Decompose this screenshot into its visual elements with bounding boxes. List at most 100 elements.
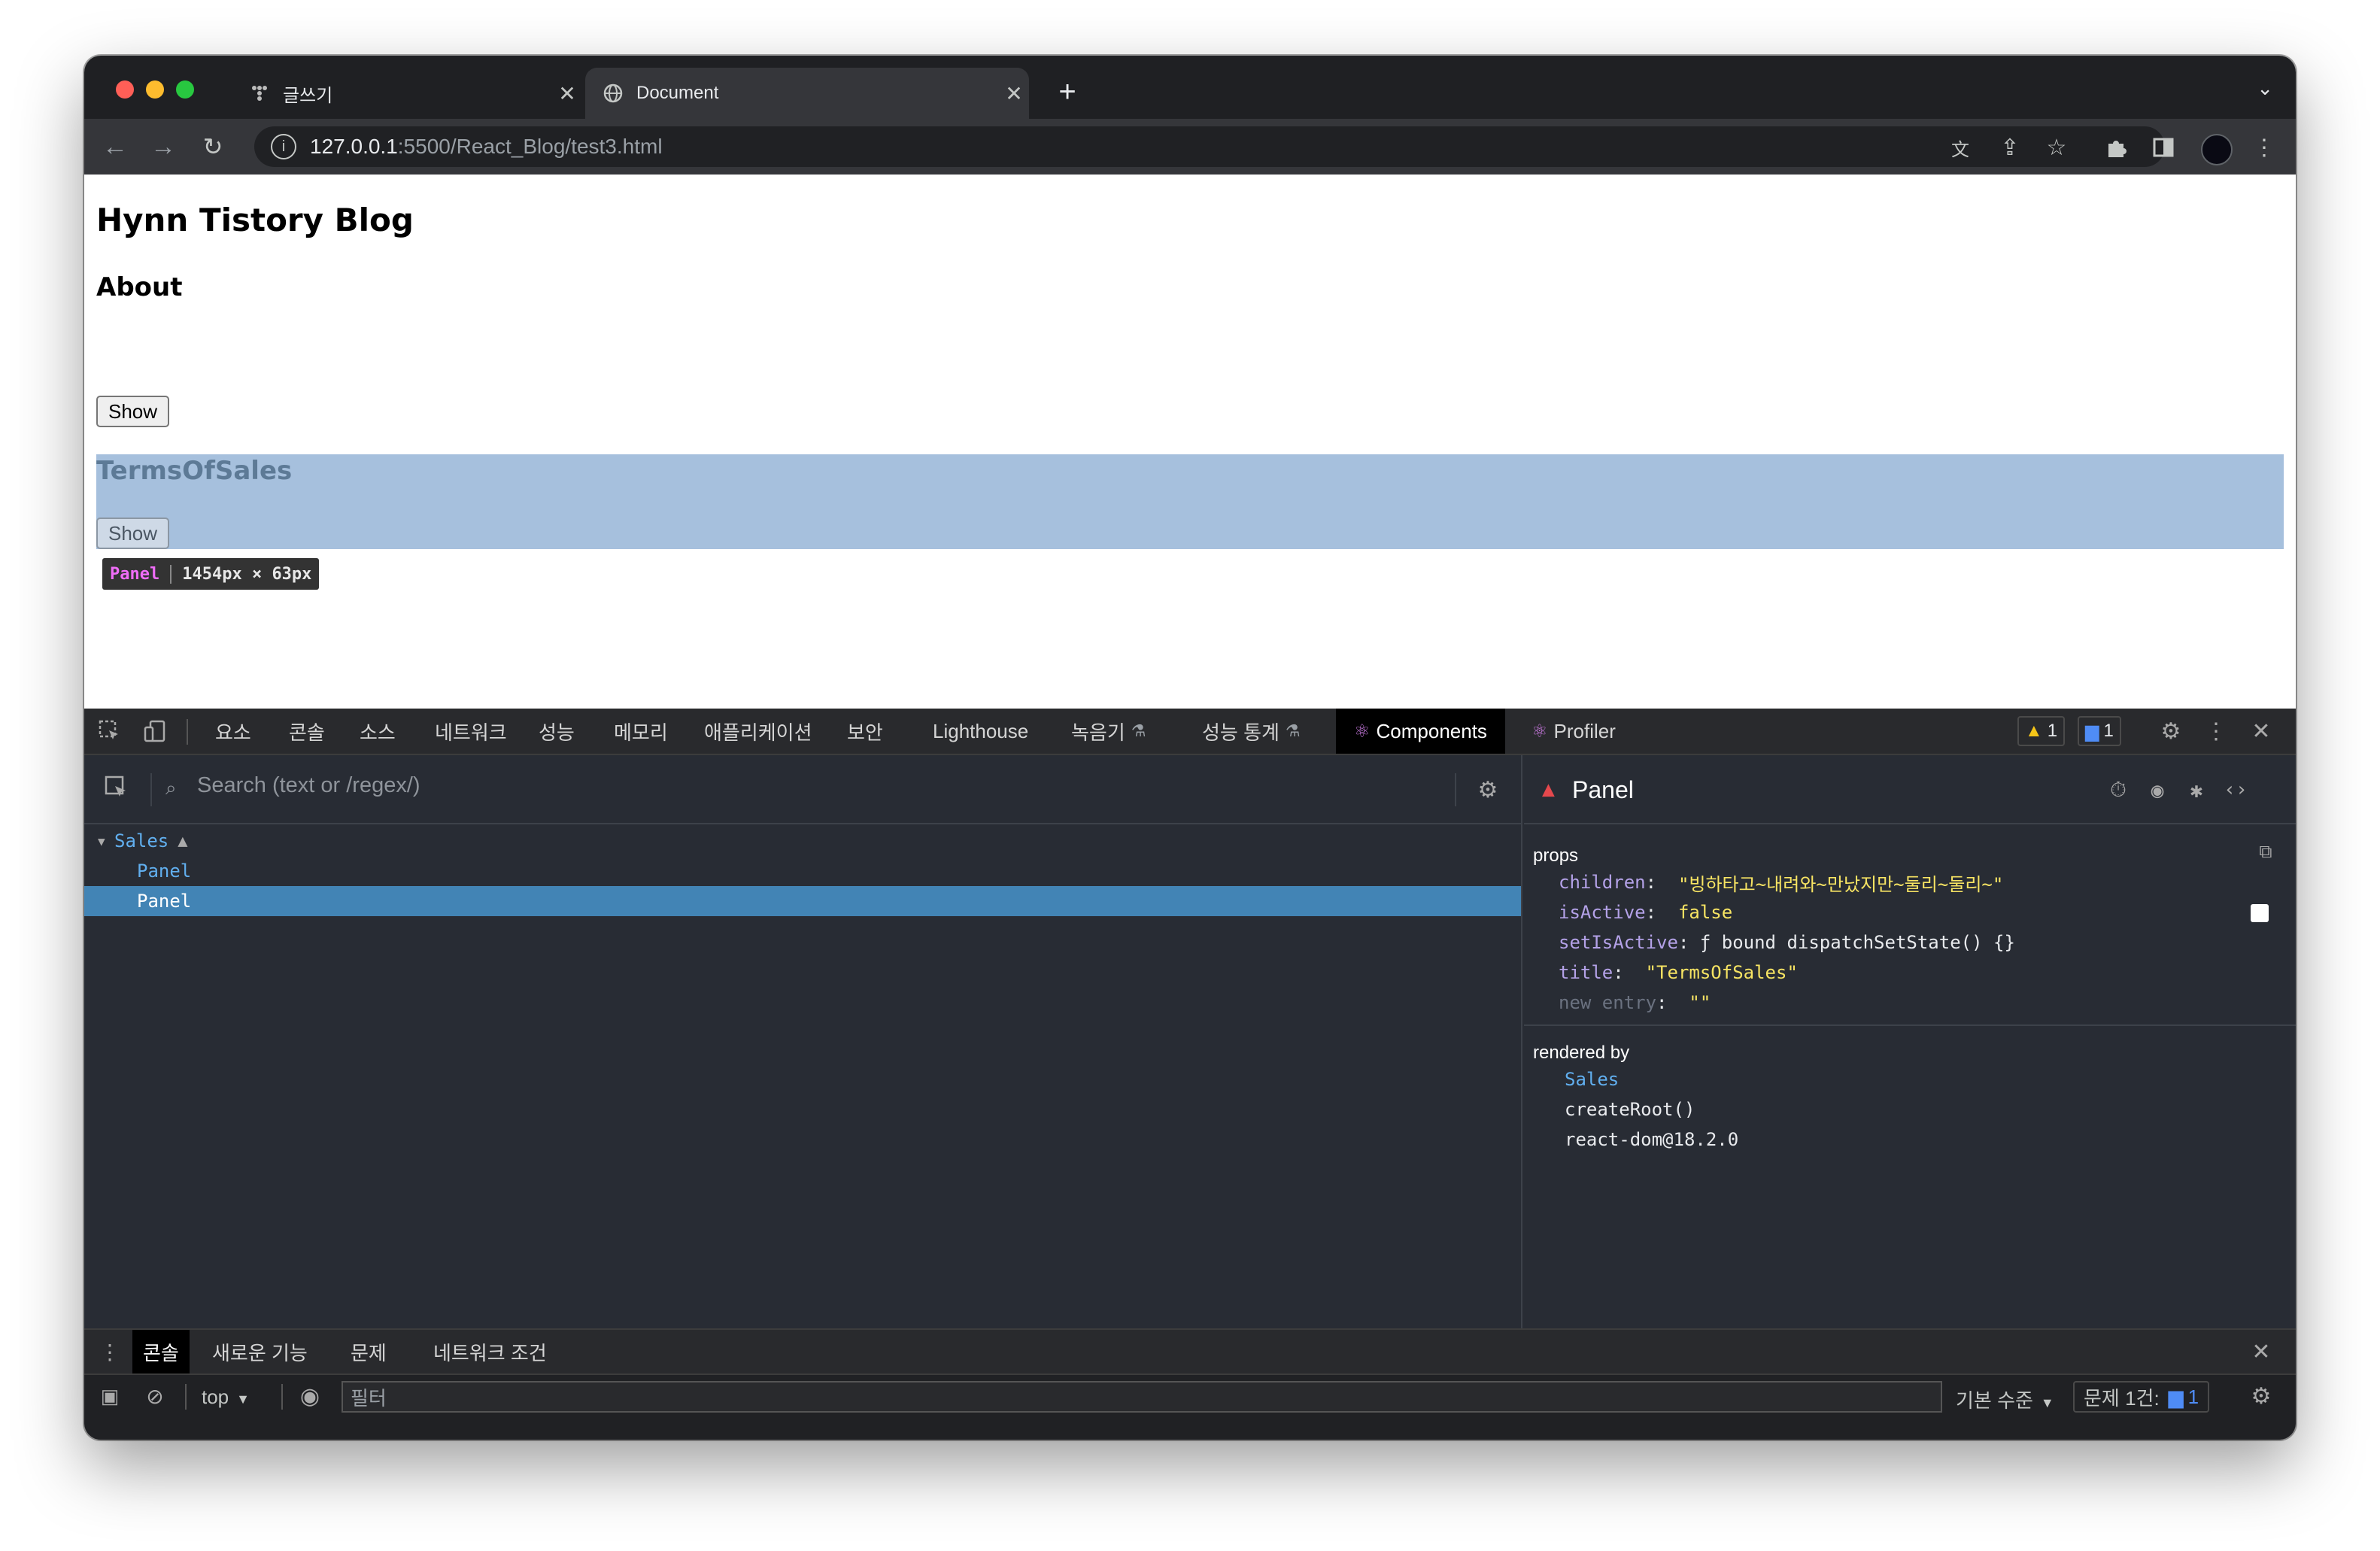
- copy-props-icon[interactable]: ⧉: [2251, 836, 2281, 867]
- share-icon[interactable]: ⇪: [1995, 132, 2025, 162]
- prop-row-children[interactable]: children: "빙하타고~내려와~만났지만~둘리~둘리~": [1559, 868, 2003, 897]
- reload-icon[interactable]: ↻: [194, 128, 232, 165]
- prop-key: isActive: [1559, 902, 1646, 923]
- bookmark-star-icon[interactable]: ☆: [2042, 132, 2072, 162]
- react-logo-icon: ⚛: [1532, 721, 1548, 742]
- log-bug-icon[interactable]: ✱: [2181, 775, 2212, 805]
- tree-row-sales[interactable]: ▼ Sales ▲: [84, 826, 1521, 856]
- tab-document[interactable]: Document ✕: [585, 68, 1029, 119]
- address-bar[interactable]: i 127.0.0.1:5500/React_Blog/test3.html: [254, 126, 2165, 167]
- props-section-label: props: [1533, 845, 1579, 866]
- side-panel-icon[interactable]: [2148, 132, 2178, 162]
- tab-recorder[interactable]: 녹음기 ⚗: [1071, 709, 1146, 754]
- collapse-triangle-icon[interactable]: ▼: [84, 834, 114, 848]
- console-settings-gear-icon[interactable]: ⚙: [2246, 1381, 2276, 1411]
- show-button[interactable]: Show: [96, 396, 170, 427]
- prop-value[interactable]: "빙하타고~내려와~만났지만~둘리~둘리~": [1678, 870, 2003, 896]
- show-sidebar-icon[interactable]: ▣: [95, 1381, 125, 1411]
- close-tab-icon[interactable]: ✕: [999, 81, 1029, 106]
- console-output-area[interactable]: [84, 1417, 2296, 1440]
- close-drawer-icon[interactable]: ✕: [2246, 1337, 2276, 1367]
- tab-elements[interactable]: 요소: [215, 709, 251, 754]
- isactive-checkbox[interactable]: [2251, 904, 2269, 922]
- issues-button[interactable]: 문제 1건: ▆ 1: [2073, 1381, 2210, 1413]
- tab-sources[interactable]: 소스: [360, 709, 396, 754]
- log-levels-dropdown[interactable]: 기본 수준 ▼: [1956, 1386, 2054, 1413]
- tree-row-panel-selected[interactable]: Panel: [84, 886, 1521, 916]
- tab-memory[interactable]: 메모리: [614, 709, 668, 754]
- prop-value[interactable]: "TermsOfSales": [1646, 962, 1798, 983]
- device-toolbar-icon[interactable]: [140, 716, 170, 746]
- more-menu-icon[interactable]: ⋮: [2249, 132, 2279, 162]
- tab-network[interactable]: 네트워크: [435, 709, 507, 754]
- prop-value[interactable]: "": [1689, 992, 1711, 1013]
- tab-lighthouse[interactable]: Lighthouse: [933, 709, 1028, 754]
- tab-console[interactable]: 콘솔: [289, 709, 325, 754]
- tooltip-size: 1454px × 63px: [182, 564, 312, 584]
- minimize-window-button[interactable]: [146, 80, 164, 99]
- live-expression-eye-icon[interactable]: ◉: [295, 1381, 325, 1411]
- drawer-menu-icon[interactable]: ⋮: [95, 1337, 125, 1367]
- drawer-tab-console[interactable]: 콘솔: [132, 1330, 190, 1373]
- close-tab-icon[interactable]: ✕: [552, 81, 582, 106]
- divider: [1524, 1024, 2296, 1026]
- context-selector[interactable]: top ▼: [202, 1386, 250, 1409]
- clear-console-icon[interactable]: ⊘: [140, 1381, 170, 1411]
- tab-title: 글쓰기: [283, 85, 333, 106]
- page-content: Hynn Tistory Blog About Show TermsOfSale…: [84, 175, 2296, 709]
- prop-row-isactive[interactable]: isActive: false: [1559, 898, 1732, 927]
- tab-profiler[interactable]: ⚛ Profiler: [1532, 709, 1616, 754]
- react-logo-icon: ⚛: [1354, 721, 1371, 742]
- panel-show-button[interactable]: Show: [96, 518, 170, 549]
- component-search-input[interactable]: Search (text or /regex/): [197, 773, 420, 798]
- prop-key[interactable]: new entry: [1559, 992, 1656, 1013]
- messages-badge[interactable]: ▆ 1: [2078, 716, 2121, 746]
- extensions-puzzle-icon[interactable]: [2102, 132, 2132, 162]
- drawer-tab-issues[interactable]: 문제: [351, 1330, 387, 1373]
- forward-arrow-icon[interactable]: →: [144, 128, 182, 165]
- suspend-timer-icon[interactable]: ⏱: [2103, 775, 2133, 805]
- tab-performance-insights[interactable]: 성능 통계 ⚗: [1202, 709, 1301, 754]
- tree-row-panel[interactable]: Panel: [84, 856, 1521, 886]
- rendered-by-label: rendered by: [1533, 1043, 1630, 1063]
- more-options-icon[interactable]: ⋮: [2201, 716, 2231, 746]
- divider: [185, 1384, 187, 1410]
- issues-label: 문제 1건:: [2084, 1386, 2160, 1410]
- tab-search-chevron-icon[interactable]: ⌄: [2257, 77, 2273, 100]
- tab-security[interactable]: 보안: [847, 709, 883, 754]
- console-filter-input[interactable]: 필터: [342, 1381, 1942, 1413]
- tab-performance[interactable]: 성능: [539, 709, 575, 754]
- tree-settings-gear-icon[interactable]: ⚙: [1473, 775, 1503, 805]
- error-warning-icon: ▲: [1542, 776, 1555, 801]
- inspect-eye-icon[interactable]: ◉: [2142, 775, 2172, 805]
- close-window-button[interactable]: [116, 80, 134, 99]
- globe-icon: [603, 83, 623, 103]
- site-info-icon[interactable]: i: [271, 134, 296, 159]
- warnings-badge[interactable]: ▲ 1: [2017, 716, 2066, 746]
- settings-gear-icon[interactable]: ⚙: [2156, 716, 2186, 746]
- prop-row-title[interactable]: title: "TermsOfSales": [1559, 958, 1798, 987]
- close-devtools-icon[interactable]: ✕: [2246, 716, 2276, 746]
- select-component-icon[interactable]: [102, 773, 132, 803]
- new-tab-button[interactable]: +: [1034, 75, 1101, 109]
- maximize-window-button[interactable]: [176, 80, 194, 99]
- drawer-tab-network-conditions[interactable]: 네트워크 조건: [433, 1330, 547, 1373]
- tistory-favicon-icon: [250, 83, 269, 103]
- prop-row-setisactive[interactable]: setIsActive: ƒ bound dispatchSetState() …: [1559, 928, 2015, 957]
- view-source-icon[interactable]: ‹›: [2221, 775, 2251, 805]
- translate-icon[interactable]: 文: [1945, 132, 1975, 162]
- devtools: 요소 콘솔 소스 네트워크 성능 메모리 애플리케이션 보안 Lighthous…: [84, 709, 2296, 1440]
- profile-avatar[interactable]: [2201, 134, 2233, 165]
- drawer-tab-whats-new[interactable]: 새로운 기능: [212, 1330, 308, 1373]
- tab-components[interactable]: ⚛ Components: [1336, 709, 1505, 754]
- back-arrow-icon[interactable]: ←: [96, 128, 134, 165]
- tab-performance-insights-label: 성능 통계: [1202, 721, 1280, 744]
- tab-write[interactable]: 글쓰기 ✕: [232, 68, 582, 119]
- inspect-element-icon[interactable]: [95, 716, 125, 746]
- prop-value[interactable]: false: [1678, 902, 1732, 923]
- rendered-by-sales[interactable]: Sales: [1565, 1065, 1619, 1094]
- prop-row-new-entry[interactable]: new entry: "": [1559, 988, 1711, 1017]
- tab-application[interactable]: 애플리케이션: [704, 709, 812, 754]
- issues-count: 1: [2187, 1385, 2199, 1408]
- tab-profiler-label: Profiler: [1553, 719, 1616, 742]
